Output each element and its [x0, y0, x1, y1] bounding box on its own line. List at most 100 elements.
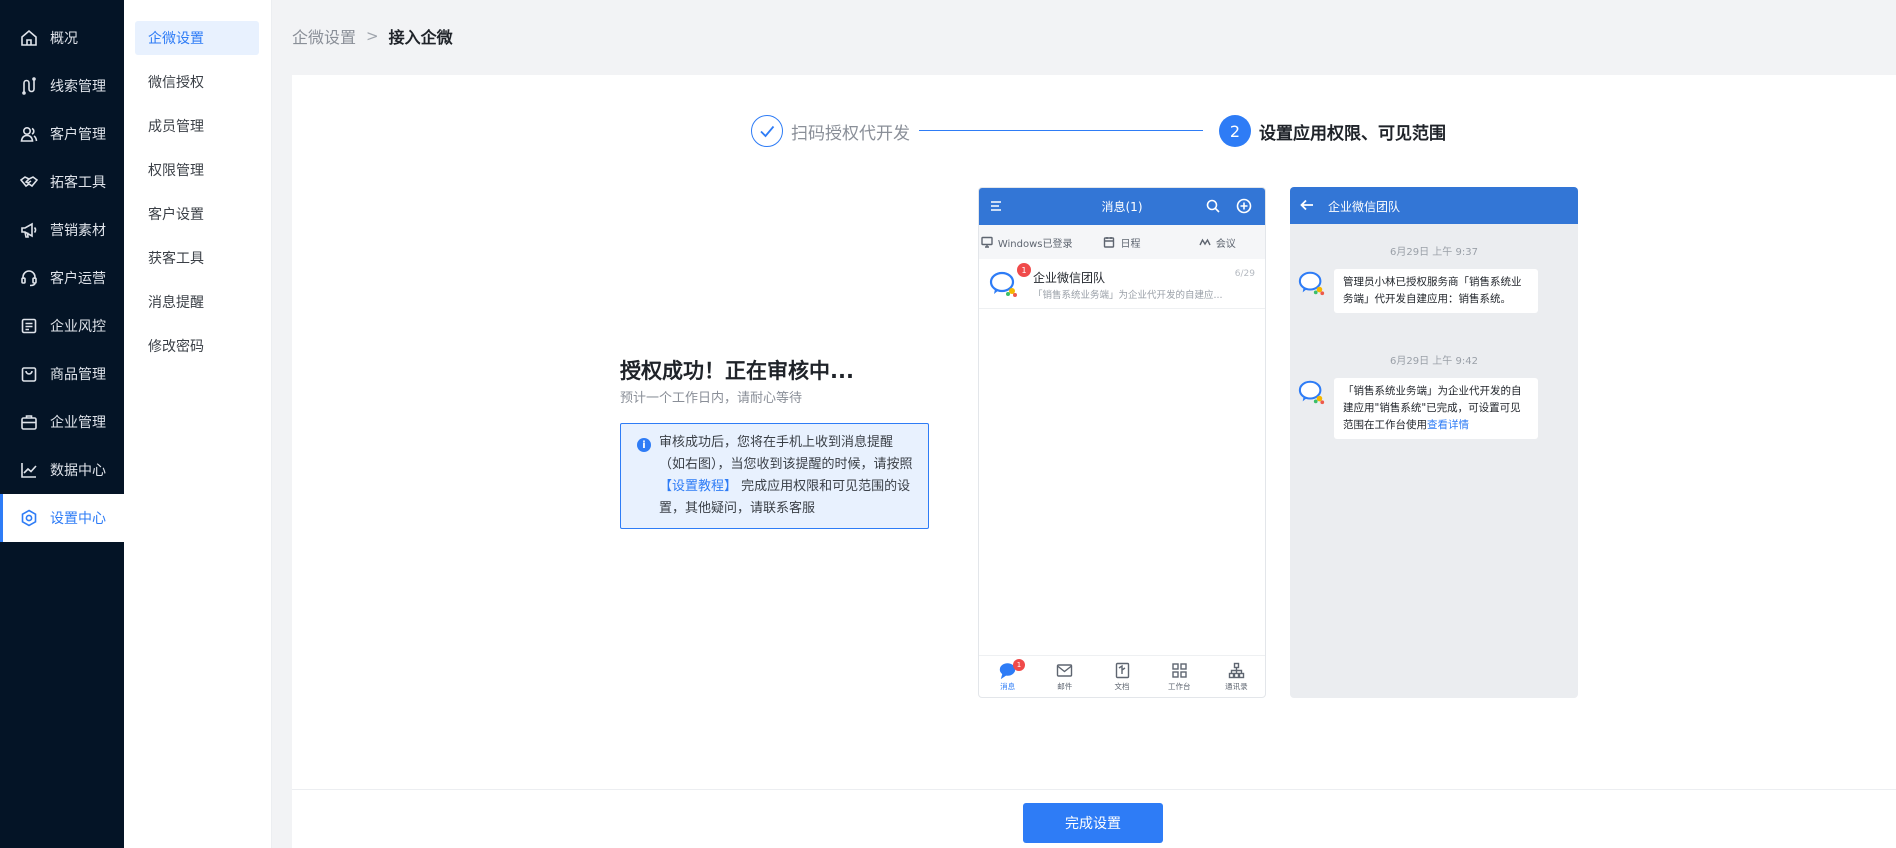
sub-nav-item-wecom-settings[interactable]: 企微设置	[135, 21, 259, 55]
step-2-label: 设置应用权限、可见范围	[1259, 124, 1446, 144]
nav-item-label: 设置中心	[50, 511, 106, 527]
setup-tutorial-link[interactable]: 【设置教程】	[659, 479, 737, 494]
phone-bottom-tab-docs: 文档	[1093, 656, 1150, 697]
org-chart-icon	[1228, 662, 1245, 678]
phone-tab-windows: Windows已登录	[979, 235, 1074, 250]
grid-icon	[1172, 662, 1187, 678]
phone-bottom-tab-contacts: 通讯录	[1208, 656, 1265, 697]
unread-badge: 1	[1017, 263, 1031, 277]
wecom-team-avatar	[989, 269, 1019, 299]
check-icon	[751, 115, 783, 147]
phone-preview-message-list: 消息(1) Windows已登录 日程 会议 1 企业微信团队 6/29 「销售…	[978, 187, 1266, 698]
nav-item-label: 拓客工具	[50, 175, 106, 191]
tab-unread-badge: 1	[1013, 659, 1025, 671]
bag-icon	[20, 365, 38, 383]
notice-text: 审核成功后，您将在手机上收到消息提醒（如右图），当您收到该提醒的时候，请按照 【…	[659, 432, 917, 520]
support-icon	[20, 269, 38, 287]
phone-tab-calendar: 日程	[1074, 235, 1169, 250]
route-icon	[20, 77, 38, 95]
phone-preview-chat: 企业微信团队 6月29日 上午 9:37 管理员小林已授权服务商「销售系统业务端…	[1290, 187, 1578, 698]
nav-item-label: 客户管理	[50, 127, 106, 143]
nav-item-acquisition-tools[interactable]: 拓客工具	[0, 158, 124, 206]
monitor-icon	[981, 236, 993, 248]
main-nav: 概况 线索管理 客户管理 拓客工具 营销素材 客户运营 企业风控 商品管理 企业…	[0, 0, 124, 848]
nav-item-enterprise[interactable]: 企业管理	[0, 398, 124, 446]
status-title: 授权成功！正在审核中...	[620, 359, 854, 383]
sub-nav-item-notifications[interactable]: 消息提醒	[135, 285, 259, 319]
wecom-team-avatar	[1298, 378, 1326, 406]
info-icon: i	[637, 438, 651, 452]
nav-item-overview[interactable]: 概况	[0, 14, 124, 62]
document-icon	[1115, 662, 1129, 678]
chat-bubble: 「销售系统业务端」为企业代开发的自建应用"销售系统"已完成，可设置可见范围在工作…	[1334, 378, 1538, 439]
notice-text-before: 审核成功后，您将在手机上收到消息提醒（如右图），当您收到该提醒的时候，请按照	[659, 435, 913, 472]
message-preview: 「销售系统业务端」为企业代开发的自建应...	[1033, 290, 1223, 301]
sub-nav: 企微设置 微信授权 成员管理 权限管理 客户设置 获客工具 消息提醒 修改密码	[124, 0, 272, 848]
briefcase-icon	[20, 413, 38, 431]
nav-item-label: 线索管理	[50, 79, 106, 95]
phone-header-title: 消息(1)	[1101, 200, 1143, 214]
phone-bottom-tab-messages: 1 消息	[979, 656, 1036, 697]
sub-nav-item-members[interactable]: 成员管理	[135, 109, 259, 143]
step-1-label: 扫码授权代开发	[791, 124, 910, 144]
phone-tab-meeting: 会议	[1170, 235, 1265, 250]
calendar-icon	[1104, 237, 1115, 248]
phone-chat-header: 企业微信团队	[1290, 187, 1578, 224]
phone-bottom-tab-mail: 邮件	[1036, 656, 1093, 697]
nav-item-label: 概况	[50, 31, 78, 47]
view-details-link: 查看详情	[1427, 419, 1469, 431]
nav-item-settings-center[interactable]: 设置中心	[0, 494, 124, 542]
sub-nav-item-change-password[interactable]: 修改密码	[135, 329, 259, 363]
phone-bottom-tabbar: 1 消息 邮件 文档 工作台 通讯录	[979, 655, 1265, 697]
sub-nav-item-wechat-auth[interactable]: 微信授权	[135, 65, 259, 99]
sub-nav-item-permissions[interactable]: 权限管理	[135, 153, 259, 187]
step-connector	[919, 130, 1203, 131]
phone-bottom-tab-workbench: 工作台	[1151, 656, 1208, 697]
nav-item-risk-control[interactable]: 企业风控	[0, 302, 124, 350]
nav-item-label: 营销素材	[50, 223, 106, 239]
home-icon	[20, 29, 38, 47]
complete-setup-button[interactable]: 完成设置	[1023, 803, 1163, 843]
nav-item-label: 商品管理	[50, 367, 106, 383]
nav-item-data-center[interactable]: 数据中心	[0, 446, 124, 494]
nav-item-customers[interactable]: 客户管理	[0, 110, 124, 158]
status-subtitle: 预计一个工作日内，请耐心等待	[620, 391, 803, 406]
search-icon	[1205, 198, 1221, 218]
chat-timestamp: 6月29日 上午 9:37	[1390, 247, 1478, 258]
mail-icon	[1057, 663, 1073, 677]
arrow-left-icon	[1299, 197, 1315, 217]
breadcrumb-current: 接入企微	[388, 28, 453, 47]
nav-item-label: 企业风控	[50, 319, 106, 335]
chart-line-icon	[20, 461, 38, 479]
phone-status-tabs: Windows已登录 日程 会议	[979, 225, 1265, 259]
nav-item-marketing-materials[interactable]: 营销素材	[0, 206, 124, 254]
nav-item-label: 数据中心	[50, 463, 106, 479]
gear-icon	[20, 509, 38, 527]
nav-item-label: 客户运营	[50, 271, 106, 287]
megaphone-icon	[20, 221, 38, 239]
step-2-number: 2	[1219, 115, 1251, 147]
nav-item-products[interactable]: 商品管理	[0, 350, 124, 398]
phone-message-item: 1 企业微信团队 6/29 「销售系统业务端」为企业代开发的自建应...	[979, 259, 1265, 309]
sub-nav-item-acquisition-tools[interactable]: 获客工具	[135, 241, 259, 275]
users-icon	[20, 125, 38, 143]
plus-circle-icon	[1236, 198, 1252, 218]
nav-item-customer-ops[interactable]: 客户运营	[0, 254, 124, 302]
nav-item-leads[interactable]: 线索管理	[0, 62, 124, 110]
footer-divider	[292, 789, 1896, 790]
phone-header: 消息(1)	[979, 188, 1265, 225]
phone-chat-title: 企业微信团队	[1328, 200, 1401, 214]
chat-bubble: 管理员小林已授权服务商「销售系统业务端」代开发自建应用：销售系统。	[1334, 269, 1538, 313]
handshake-icon	[20, 173, 38, 191]
breadcrumb-parent[interactable]: 企微设置	[292, 24, 356, 48]
meeting-icon	[1199, 238, 1211, 246]
notice-box: i 审核成功后，您将在手机上收到消息提醒（如右图），当您收到该提醒的时候，请按照…	[620, 423, 929, 529]
nav-item-label: 企业管理	[50, 415, 106, 431]
sub-nav-item-customer-settings[interactable]: 客户设置	[135, 197, 259, 231]
shield-list-icon	[20, 317, 38, 335]
message-date: 6/29	[1234, 269, 1255, 279]
breadcrumb: 企微设置 > 接入企微	[292, 24, 453, 48]
wecom-team-avatar	[1298, 269, 1326, 297]
message-sender: 企业微信团队	[1033, 271, 1106, 285]
chat-timestamp: 6月29日 上午 9:42	[1390, 356, 1478, 367]
